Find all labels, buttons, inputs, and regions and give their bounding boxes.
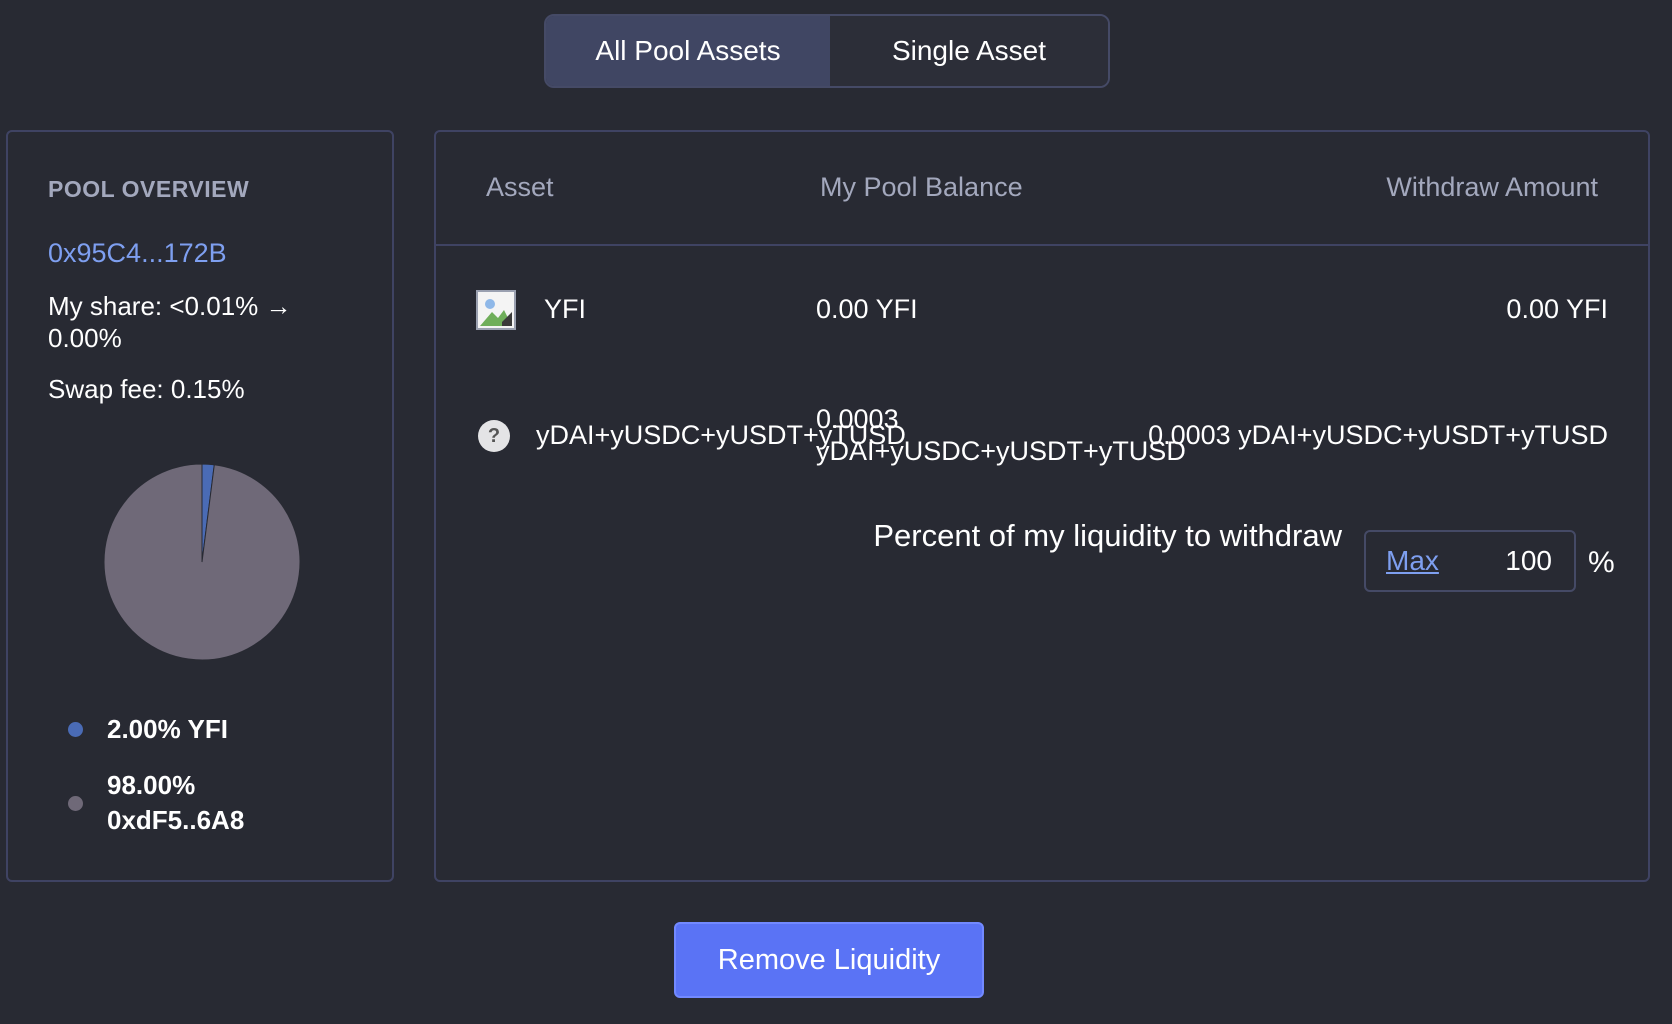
pool-balance: 0.00 YFI: [816, 294, 918, 324]
withdraw-mode-tabs: All Pool Assets Single Asset: [544, 14, 1110, 88]
legend-item-lp-token: 98.00% 0xdF5..6A8: [68, 768, 307, 838]
legend-dot-icon: [68, 722, 83, 737]
tab-all-pool-assets[interactable]: All Pool Assets: [546, 16, 830, 86]
pool-overview-panel: POOL OVERVIEW 0x95C4...172B My share: <0…: [6, 130, 394, 882]
column-header-balance: My Pool Balance: [820, 172, 1023, 202]
column-header-asset: Asset: [486, 172, 554, 202]
percent-withdraw-label: Percent of my liquidity to withdraw: [873, 518, 1342, 553]
pool-overview-title: POOL OVERVIEW: [48, 176, 250, 202]
token-image-icon: [476, 290, 516, 330]
column-header-withdraw: Withdraw Amount: [1386, 172, 1598, 202]
legend-label: 2.00% YFI: [107, 714, 228, 744]
my-share-text: My share: <0.01% → 0.00%: [48, 291, 292, 353]
percent-input[interactable]: [1460, 544, 1554, 578]
withdraw-amount: 0.00 YFI: [1506, 294, 1608, 324]
percent-unit: %: [1588, 546, 1615, 579]
pool-composition-pie-chart: [103, 463, 301, 661]
legend-dot-icon: [68, 795, 83, 811]
pie-slice-1: [103, 463, 301, 661]
percent-input-box: Max: [1364, 530, 1576, 592]
legend-label: 98.00% 0xdF5..6A8: [107, 770, 245, 835]
max-button[interactable]: Max: [1386, 545, 1439, 577]
pool-balance-unit: yDAI+yUSDC+yUSDT+yTUSD: [816, 436, 1186, 466]
header-divider: [436, 244, 1648, 246]
tab-single-asset[interactable]: Single Asset: [830, 16, 1108, 86]
remove-liquidity-button[interactable]: Remove Liquidity: [674, 922, 984, 998]
remove-liquidity-page: All Pool Assets Single Asset POOL OVERVI…: [0, 0, 1672, 1024]
pool-balance-amount: 0.0003: [816, 404, 899, 434]
legend-item-yfi: 2.00% YFI: [68, 712, 307, 747]
question-icon: ?: [478, 420, 510, 452]
pool-address-link[interactable]: 0x95C4...172B: [48, 238, 227, 269]
swap-fee-text: Swap fee: 0.15%: [48, 374, 245, 404]
withdraw-amount: 0.0003 yDAI+yUSDC+yUSDT+yTUSD: [1148, 420, 1608, 450]
asset-name: YFI: [544, 294, 587, 324]
withdraw-assets-panel: Asset My Pool Balance Withdraw Amount YF…: [434, 130, 1650, 882]
